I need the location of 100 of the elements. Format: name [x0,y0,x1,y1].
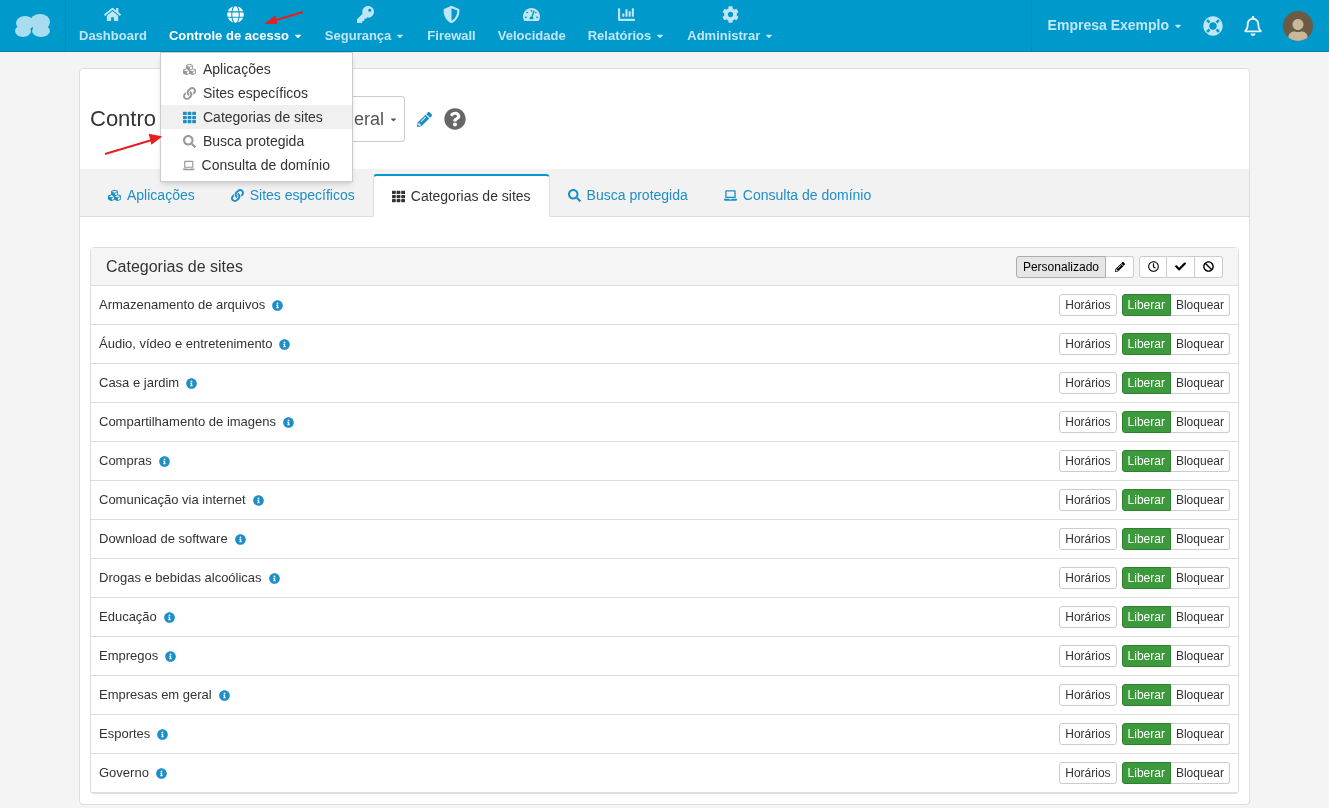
category-name: Drogas e bebidas alcoólicas [99,569,262,588]
gauge-icon [523,5,541,23]
info-icon[interactable] [163,611,175,623]
rule-toggle[interactable]: Liberar [1121,372,1171,394]
rule-toggle[interactable]: Liberar [1121,645,1171,667]
cloud-logo-icon[interactable] [12,12,53,39]
schedule-button[interactable]: Horários [1059,567,1117,589]
cubes-icon [183,62,196,76]
schedule-button[interactable]: Horários [1059,606,1117,628]
grid-icon [183,110,196,124]
category-name: Compras [99,452,152,471]
rule-toggle[interactable]: Bloquear [1170,723,1230,745]
schedule-button[interactable]: Horários [1059,528,1117,550]
avatar[interactable] [1283,10,1313,41]
edit-mode-button[interactable] [1106,255,1134,278]
rule-toggle[interactable]: Bloquear [1170,450,1230,472]
rule-toggle[interactable]: Liberar [1121,723,1171,745]
schedule-button[interactable]: Horários [1059,723,1117,745]
home-icon [104,5,122,23]
allow-all-button[interactable] [1167,255,1195,278]
schedule-button[interactable]: Horários [1059,372,1117,394]
info-icon[interactable] [155,767,167,779]
info-icon[interactable] [218,689,230,701]
settings-icon [722,5,740,23]
category-name: Comunicação via internet [99,491,246,510]
link-icon [183,86,196,100]
arrow-drawing [104,132,162,156]
rule-toggle[interactable]: Bloquear [1170,606,1230,628]
block-all-button[interactable] [1195,255,1223,278]
menu-item[interactable]: Aplicações [161,57,352,81]
menu-item[interactable]: Consulta de domínio [161,153,352,177]
info-icon[interactable] [158,455,170,467]
info-icon[interactable] [272,299,284,311]
schedule-button[interactable]: Horários [1059,762,1117,784]
globe-icon [227,5,245,23]
rule-toggle[interactable]: Liberar [1121,294,1171,316]
mode-button[interactable]: Personalizado [1015,255,1106,278]
notifications-icon[interactable] [1243,15,1263,36]
info-icon[interactable] [279,338,291,350]
page-title: Contro [90,107,157,131]
key-icon [356,5,374,23]
rule-toggle[interactable]: Liberar [1121,489,1171,511]
rule-toggle[interactable]: Bloquear [1170,489,1230,511]
rule-toggle[interactable]: Liberar [1121,450,1171,472]
rule-toggle[interactable]: Bloquear [1170,762,1230,784]
info-icon[interactable] [234,533,246,545]
category-name: Áudio, vídeo e entretenimento [99,335,273,354]
info-icon[interactable] [283,416,295,428]
category-name: Download de software [99,530,228,549]
help-icon[interactable] [444,108,467,130]
rule-toggle[interactable]: Liberar [1121,528,1171,550]
category-name: Empregos [99,647,159,666]
category-name: Governo [99,764,149,783]
arrow-drawing [265,10,305,24]
rule-toggle[interactable]: Bloquear [1170,567,1230,589]
rule-toggle[interactable]: Liberar [1121,684,1171,706]
schedule-all-button[interactable] [1139,255,1167,278]
rule-toggle[interactable]: Liberar [1121,606,1171,628]
rule-toggle[interactable]: Bloquear [1170,294,1230,316]
info-icon[interactable] [165,650,177,662]
info-icon[interactable] [157,728,169,740]
rule-toggle[interactable]: Liberar [1121,333,1171,355]
link-icon [230,189,244,202]
search-icon [183,134,196,148]
rule-toggle[interactable]: Bloquear [1170,684,1230,706]
ban-icon [1203,261,1214,272]
category-name: Casa e jardim [99,374,180,393]
menu-item[interactable]: Categorias de sites [161,105,352,129]
rule-toggle[interactable]: Liberar [1121,762,1171,784]
panel-title: Categorias de sites [106,256,243,277]
shield-icon [443,5,461,23]
laptop-icon [723,189,737,202]
rule-toggle[interactable]: Bloquear [1170,372,1230,394]
tab[interactable]: Categorias de sites [372,174,550,217]
check-icon [1175,261,1186,272]
rule-toggle[interactable]: Liberar [1121,411,1171,433]
info-icon[interactable] [252,494,264,506]
edit-icon[interactable] [417,111,433,127]
info-icon[interactable] [186,377,198,389]
schedule-button[interactable]: Horários [1059,333,1117,355]
help-ring-icon[interactable] [1203,15,1223,36]
info-icon[interactable] [268,572,280,584]
cubes-icon [108,189,121,202]
laptop-icon [183,158,195,172]
category-name: Educação [99,608,157,627]
rule-toggle[interactable]: Bloquear [1170,333,1230,355]
category-name: Empresas em geral [99,686,212,705]
schedule-button[interactable]: Horários [1059,489,1117,511]
rule-toggle[interactable]: Bloquear [1170,645,1230,667]
schedule-button[interactable]: Horários [1059,450,1117,472]
rule-toggle[interactable]: Liberar [1121,567,1171,589]
schedule-button[interactable]: Horários [1059,684,1117,706]
category-name: Armazenamento de arquivos [99,296,266,315]
rule-toggle[interactable]: Bloquear [1170,411,1230,433]
schedule-button[interactable]: Horários [1059,645,1117,667]
rule-toggle[interactable]: Bloquear [1170,528,1230,550]
grid-icon [391,189,405,203]
schedule-button[interactable]: Horários [1059,294,1117,316]
schedule-button[interactable]: Horários [1059,411,1117,433]
search-icon [567,189,581,202]
